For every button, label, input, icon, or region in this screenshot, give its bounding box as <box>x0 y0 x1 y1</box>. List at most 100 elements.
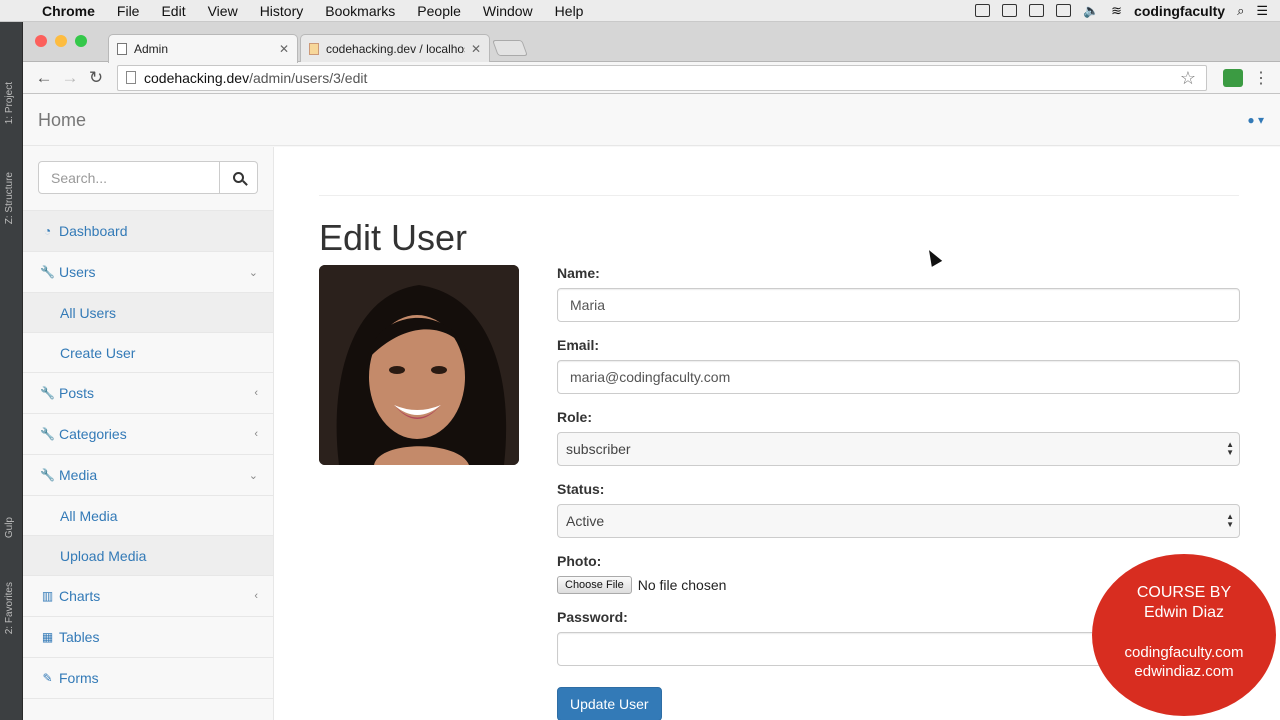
caret-down-icon: ▾ <box>1257 113 1264 127</box>
sidebar-item-tables[interactable]: ▦ Tables <box>23 617 273 658</box>
spotlight-search-icon[interactable]: ⌕ <box>1237 3 1244 19</box>
wifi-icon[interactable]: ≋ <box>1111 3 1122 19</box>
choose-file-button[interactable]: Choose File <box>557 576 632 594</box>
status-icon[interactable] <box>1028 4 1044 17</box>
browser-tab-phpmyadmin[interactable]: codehacking.dev / localhost ✕ <box>300 34 490 62</box>
search-input[interactable] <box>38 161 220 194</box>
menu-window[interactable]: Window <box>472 3 544 19</box>
chevron-down-icon: ⌄ <box>248 266 258 279</box>
sidebar-item-upload-media[interactable]: Upload Media <box>23 536 273 576</box>
menu-view[interactable]: View <box>197 3 249 19</box>
ide-structure-tab[interactable]: Z: Structure <box>4 172 15 224</box>
menubar-status-area: 🔈 ≋ codingfaculty ⌕ ☰ <box>974 3 1280 19</box>
user-photo-image <box>319 265 519 465</box>
sidebar-item-label: Users <box>59 264 96 280</box>
search-button[interactable] <box>220 161 258 194</box>
sidebar-item-label: Forms <box>59 670 99 686</box>
table-icon: ▦ <box>41 630 54 644</box>
close-tab-icon[interactable]: ✕ <box>471 42 481 56</box>
navbar-brand[interactable]: Home <box>38 110 86 131</box>
tab-title: Admin <box>134 42 169 56</box>
tab-strip: Admin ✕ codehacking.dev / localhost ✕ <box>23 22 1280 63</box>
forward-icon[interactable]: → <box>57 68 83 88</box>
email-field[interactable]: maria@codingfaculty.com <box>557 360 1240 394</box>
sidebar: ◔ Dashboard 🔧 Users ⌄ All Users Create U… <box>23 147 274 720</box>
select-arrows-icon: ▲ ▼ <box>1226 512 1234 529</box>
chevron-down-icon: ⌄ <box>248 469 258 482</box>
close-window-button[interactable] <box>35 35 47 47</box>
sidebar-item-label: Tables <box>59 629 100 645</box>
role-select[interactable]: subscriber ▲ ▼ <box>557 432 1240 466</box>
menu-help[interactable]: Help <box>544 3 595 19</box>
watermark-line: COURSE BY <box>1136 584 1232 601</box>
update-user-button[interactable]: Update User <box>557 687 662 720</box>
bar-chart-icon: ▥ <box>41 589 54 603</box>
user-icon: ● <box>1247 113 1255 127</box>
dashboard-icon: ◔ <box>43 224 52 238</box>
sidebar-item-media[interactable]: 🔧 Media ⌄ <box>23 455 273 496</box>
minimize-window-button[interactable] <box>55 35 67 47</box>
sidebar-item-forms[interactable]: ✎ Forms <box>23 658 273 699</box>
browser-tab-admin[interactable]: Admin ✕ <box>108 34 298 63</box>
status-select-value: Active <box>566 513 605 529</box>
menu-bookmarks[interactable]: Bookmarks <box>314 3 406 19</box>
ide-tool-strip: 1: Project Z: Structure Gulp 2: Favorite… <box>0 22 23 720</box>
menu-file[interactable]: File <box>106 3 151 19</box>
name-field[interactable]: Maria <box>557 288 1240 322</box>
sidebar-item-charts[interactable]: ▥ Charts ‹ <box>23 576 273 617</box>
back-icon[interactable]: ← <box>31 68 57 88</box>
sidebar-item-label: All Users <box>60 304 117 321</box>
sidebar-item-label: Upload Media <box>60 547 147 564</box>
sidebar-item-users[interactable]: 🔧 Users ⌄ <box>23 252 273 293</box>
menu-app-name[interactable]: Chrome <box>38 3 106 19</box>
page-info-icon[interactable] <box>126 71 136 84</box>
chrome-menu-icon[interactable]: ⋮ <box>1253 68 1269 88</box>
ide-gulp-tab[interactable]: Gulp <box>4 517 15 538</box>
search-icon <box>233 172 244 183</box>
sidebar-item-label: Media <box>59 467 98 483</box>
sidebar-item-all-users[interactable]: All Users <box>23 293 273 333</box>
address-bar[interactable]: codehacking.dev/admin/users/3/edit ☆ <box>117 64 1207 91</box>
url-path: /admin/users/3/edit <box>249 69 368 86</box>
sidebar-item-all-media[interactable]: All Media <box>23 496 273 536</box>
reload-icon[interactable]: ↻ <box>83 68 109 88</box>
status-icon[interactable] <box>974 4 990 17</box>
extension-icon[interactable] <box>1223 68 1243 87</box>
sidebar-item-posts[interactable]: 🔧 Posts ‹ <box>23 373 273 414</box>
zoom-window-button[interactable] <box>75 35 87 47</box>
edit-icon: ✎ <box>42 671 53 685</box>
status-select[interactable]: Active ▲ ▼ <box>557 504 1240 538</box>
menu-people[interactable]: People <box>406 3 472 19</box>
sidebar-item-label: Categories <box>59 426 127 442</box>
bookmark-star-icon[interactable]: ☆ <box>1180 68 1196 89</box>
browser-toolbar: ← → ↻ codehacking.dev/admin/users/3/edit… <box>23 62 1280 94</box>
volume-icon[interactable]: 🔈 <box>1083 3 1099 19</box>
web-page: Home ● ▾ ◔ Dashboard 🔧 Users ⌄ <box>23 94 1280 720</box>
menu-edit[interactable]: Edit <box>150 3 196 19</box>
status-icon[interactable] <box>1001 4 1017 17</box>
menu-history[interactable]: History <box>249 3 315 19</box>
status-icon[interactable] <box>1055 4 1071 17</box>
sidebar-item-label: Dashboard <box>59 223 128 239</box>
top-navbar: Home ● ▾ <box>23 94 1280 146</box>
select-arrows-icon: ▲ ▼ <box>1226 440 1234 457</box>
role-label: Role: <box>557 409 592 425</box>
ide-project-tab[interactable]: 1: Project <box>4 82 15 124</box>
menubar-user[interactable]: codingfaculty <box>1134 3 1225 19</box>
list-icon[interactable]: ☰ <box>1256 3 1268 19</box>
close-tab-icon[interactable]: ✕ <box>279 42 289 56</box>
course-watermark: COURSE BY Edwin Diaz codingfaculty.com e… <box>1092 554 1276 716</box>
ide-favorites-tab[interactable]: 2: Favorites <box>4 582 15 634</box>
user-photo <box>319 265 519 465</box>
wrench-icon: 🔧 <box>40 427 55 441</box>
tab-title: codehacking.dev / localhost <box>326 41 465 56</box>
sidebar-item-dashboard[interactable]: ◔ Dashboard <box>23 211 273 252</box>
role-select-value: subscriber <box>566 441 631 457</box>
chevron-left-icon: ‹ <box>254 387 258 399</box>
sidebar-item-categories[interactable]: 🔧 Categories ‹ <box>23 414 273 455</box>
sidebar-item-create-user[interactable]: Create User <box>23 333 273 373</box>
new-tab-button[interactable] <box>492 40 528 56</box>
page-title: Edit User <box>319 217 468 258</box>
user-dropdown[interactable]: ● ▾ <box>1247 113 1264 127</box>
chevron-left-icon: ‹ <box>254 590 258 602</box>
